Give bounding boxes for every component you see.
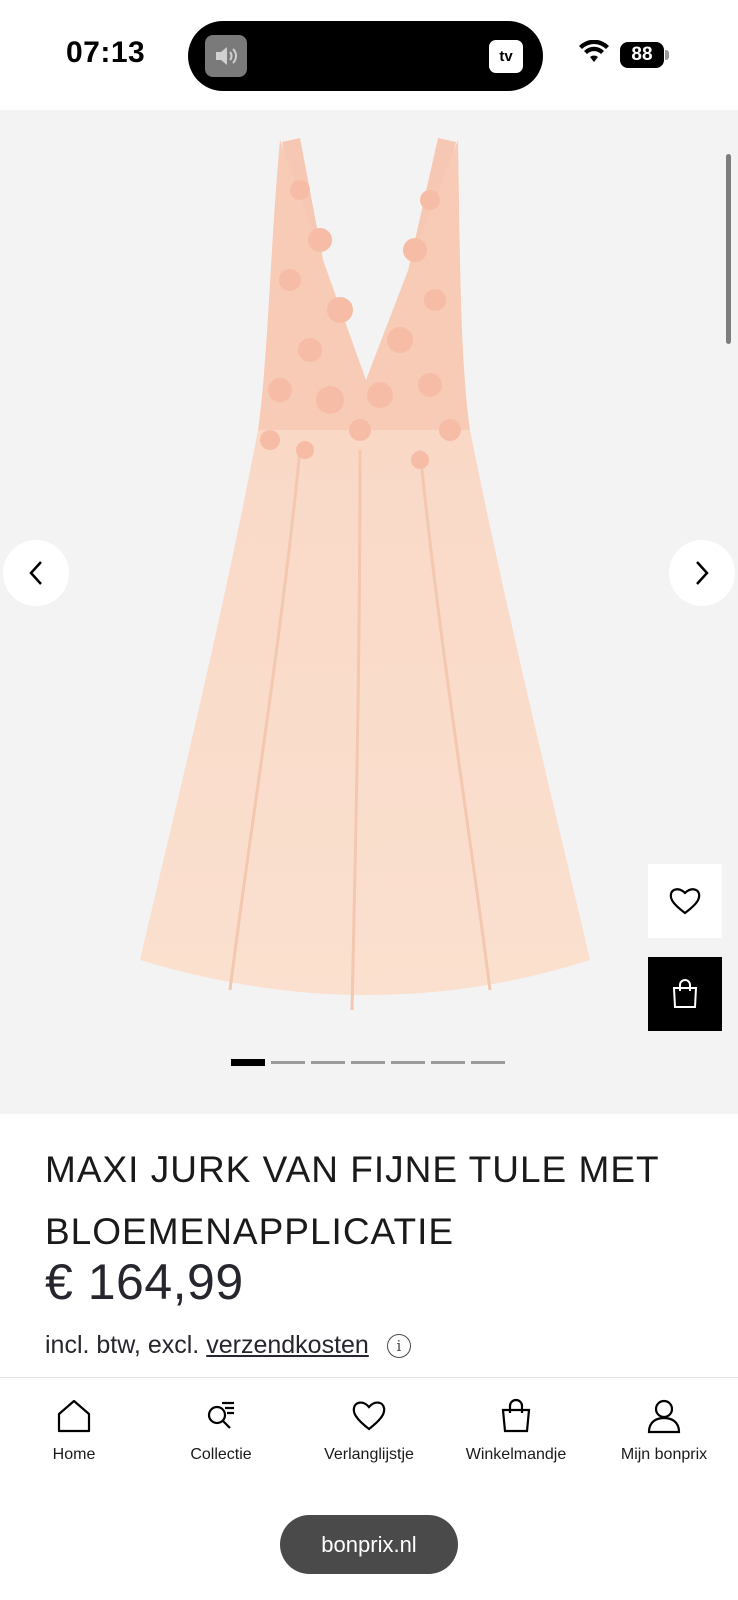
next-image-button[interactable]: [669, 540, 735, 606]
nav-collection[interactable]: Collectie: [151, 1398, 291, 1464]
status-time: 07:13: [66, 36, 146, 69]
nav-cart[interactable]: Winkelmandje: [446, 1398, 586, 1464]
apple-tv-icon: tv: [489, 40, 523, 73]
nav-label: Winkelmandje: [465, 1446, 567, 1463]
home-icon: [57, 1399, 91, 1433]
status-bar: 07:13 tv 88: [0, 0, 738, 110]
shipping-costs-link[interactable]: verzendkosten: [206, 1331, 369, 1360]
user-icon: [647, 1399, 681, 1434]
product-title: MAXI JURK VAN FIJNE TULE MET BLOEMENAPPL…: [45, 1149, 659, 1252]
nav-home[interactable]: Home: [4, 1398, 144, 1464]
nav-label: Home: [52, 1446, 96, 1463]
speaker-icon: [205, 35, 247, 77]
nav-label: Mijn bonprix: [620, 1446, 708, 1463]
wifi-icon: [579, 40, 609, 62]
pagination-dot[interactable]: [351, 1061, 385, 1064]
pagination-dot[interactable]: [471, 1061, 505, 1064]
bottom-navigation: Home Collectie Verlanglijstje Winkelmand…: [0, 1377, 738, 1600]
shopping-bag-icon: [672, 979, 698, 1008]
shopping-bag-icon: [501, 1398, 531, 1433]
browser-url-bar[interactable]: bonprix.nl: [280, 1515, 458, 1574]
nav-account[interactable]: Mijn bonprix: [594, 1398, 734, 1464]
product-gallery[interactable]: [0, 110, 738, 1114]
product-image: [140, 138, 590, 1011]
dynamic-island: tv: [188, 21, 543, 91]
previous-image-button[interactable]: [3, 540, 69, 606]
add-to-wishlist-button[interactable]: [648, 864, 722, 938]
pagination-dot[interactable]: [391, 1061, 425, 1064]
pagination-dot[interactable]: [311, 1061, 345, 1064]
nav-label: Collectie: [190, 1446, 252, 1463]
nav-wishlist[interactable]: Verlanglijstje: [299, 1398, 439, 1464]
heart-icon: [669, 888, 701, 915]
collection-search-icon: [207, 1401, 234, 1429]
chevron-right-icon: [696, 561, 709, 585]
gallery-pagination: [231, 1059, 505, 1066]
nav-label: Verlanglijstje: [324, 1446, 414, 1463]
heart-icon: [352, 1401, 386, 1431]
chevron-left-icon: [29, 561, 42, 585]
pagination-dot[interactable]: [231, 1059, 265, 1066]
pagination-dot[interactable]: [271, 1061, 305, 1064]
tax-text: incl. btw, excl.: [45, 1331, 200, 1359]
tax-info: incl. btw, excl. verzendkosten i: [45, 1331, 411, 1360]
product-price: € 164,99: [45, 1254, 244, 1310]
battery-indicator: 88: [620, 42, 664, 68]
add-to-cart-button[interactable]: [648, 957, 722, 1031]
scroll-indicator[interactable]: [726, 154, 731, 344]
battery-cap: [665, 50, 669, 60]
pagination-dot[interactable]: [431, 1061, 465, 1064]
info-icon[interactable]: i: [386, 1333, 411, 1358]
